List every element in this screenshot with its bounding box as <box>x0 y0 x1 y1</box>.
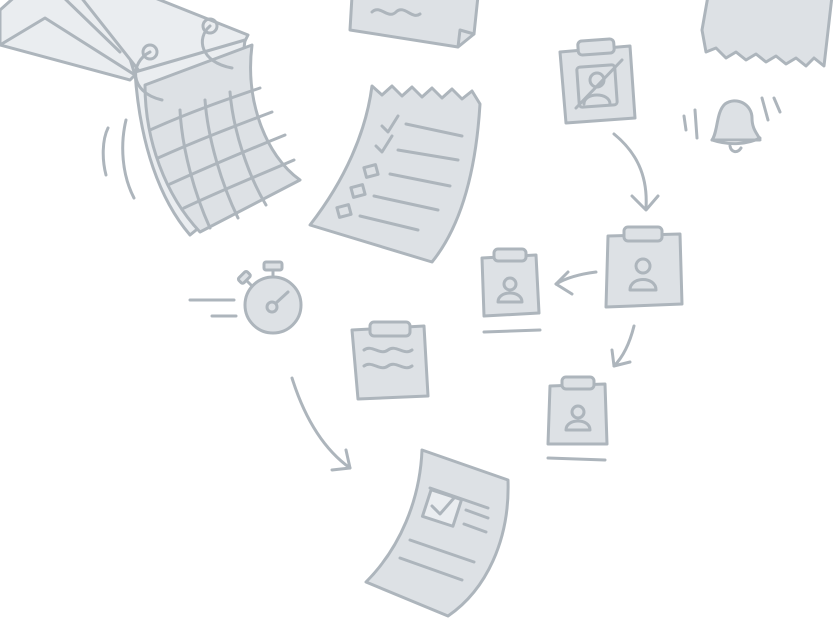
person-clipboard-icon <box>546 375 609 462</box>
person-clipboard-icon <box>604 225 684 309</box>
illustration <box>0 0 834 618</box>
wavy-clipboard-icon <box>350 320 430 401</box>
curved-arrow-icon <box>610 324 636 368</box>
wavy-note-icon <box>348 0 480 49</box>
checklist-receipt-icon <box>308 84 482 264</box>
curved-arrow-icon <box>290 376 352 472</box>
bell-icon <box>682 96 782 154</box>
curved-arrow-icon <box>554 270 598 296</box>
torn-receipt-icon <box>700 0 834 68</box>
calendar-icon <box>81 0 302 237</box>
stopwatch-icon <box>188 260 303 335</box>
checkbox-document-icon <box>364 448 510 618</box>
curved-arrow-icon <box>612 132 660 212</box>
person-clipboard-icon <box>480 247 542 334</box>
crossed-out-person-clipboard-icon <box>558 37 637 125</box>
